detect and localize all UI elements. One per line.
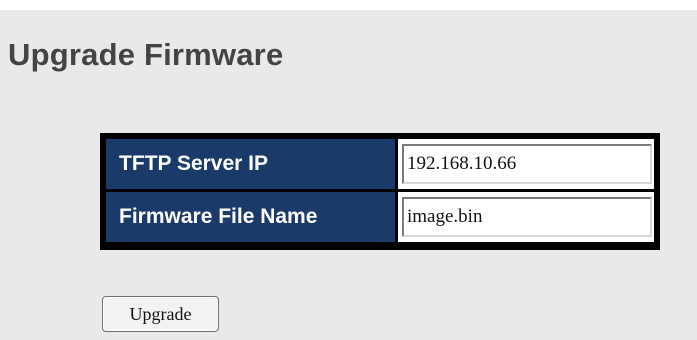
tftp-server-ip-row: TFTP Server IP xyxy=(103,139,657,192)
upgrade-firmware-page: Upgrade Firmware TFTP Server IP Firmware… xyxy=(0,10,697,340)
firmware-file-name-label: Firmware File Name xyxy=(106,192,395,242)
firmware-settings-table: TFTP Server IP Firmware File Name xyxy=(100,133,660,250)
tftp-server-ip-label: TFTP Server IP xyxy=(106,139,395,189)
firmware-file-name-input[interactable] xyxy=(402,197,652,237)
tftp-server-ip-cell xyxy=(398,139,654,189)
tftp-server-ip-input[interactable] xyxy=(402,144,652,184)
upgrade-button[interactable]: Upgrade xyxy=(102,296,219,332)
firmware-file-name-row: Firmware File Name xyxy=(103,192,657,245)
page-title: Upgrade Firmware xyxy=(8,37,284,72)
firmware-file-name-cell xyxy=(398,192,654,242)
